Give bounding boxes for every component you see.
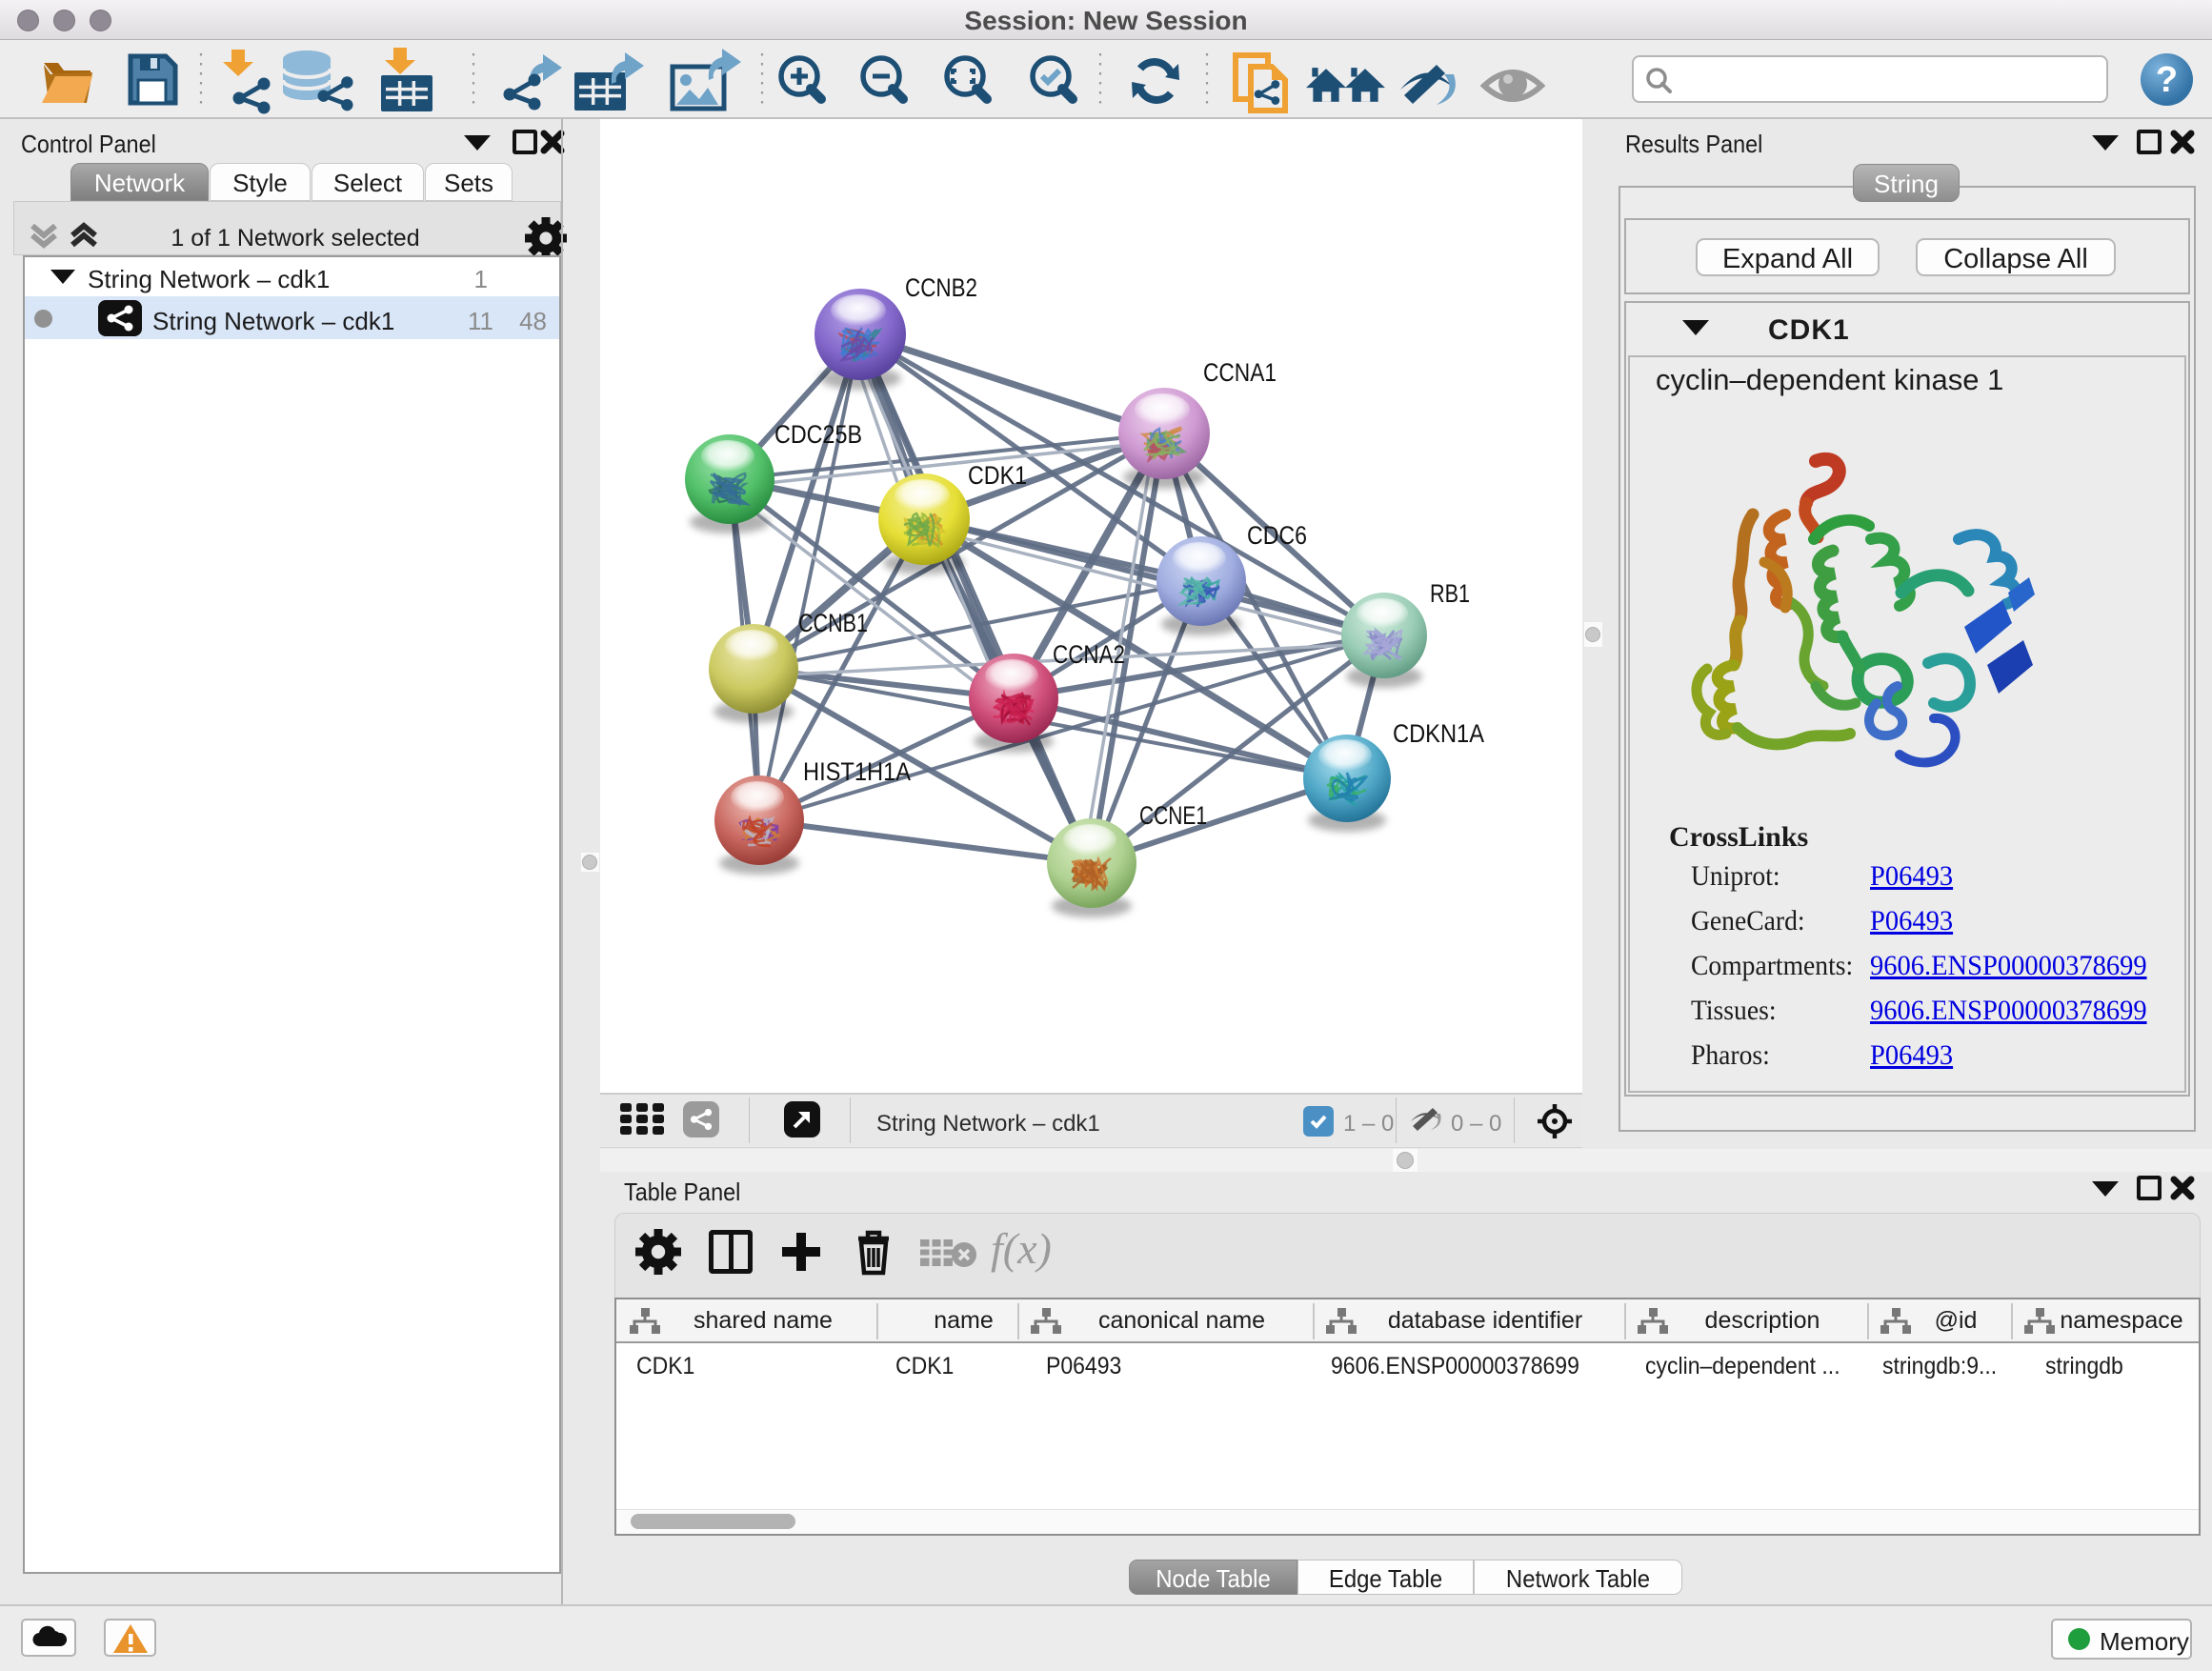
svg-text:HIST1H1A: HIST1H1A <box>803 757 911 786</box>
svg-text:CCNB1: CCNB1 <box>798 609 868 637</box>
svg-text:CCNA2: CCNA2 <box>1053 640 1125 669</box>
svg-text:CDKN1A: CDKN1A <box>1393 719 1484 748</box>
svg-text:CCNA1: CCNA1 <box>1203 358 1277 387</box>
svg-text:RB1: RB1 <box>1430 579 1470 608</box>
svg-text:CCNB2: CCNB2 <box>905 273 977 302</box>
svg-text:CDC6: CDC6 <box>1247 521 1307 550</box>
svg-text:CDK1: CDK1 <box>968 461 1027 490</box>
svg-text:CDC25B: CDC25B <box>774 420 862 449</box>
svg-text:CCNE1: CCNE1 <box>1139 801 1207 830</box>
